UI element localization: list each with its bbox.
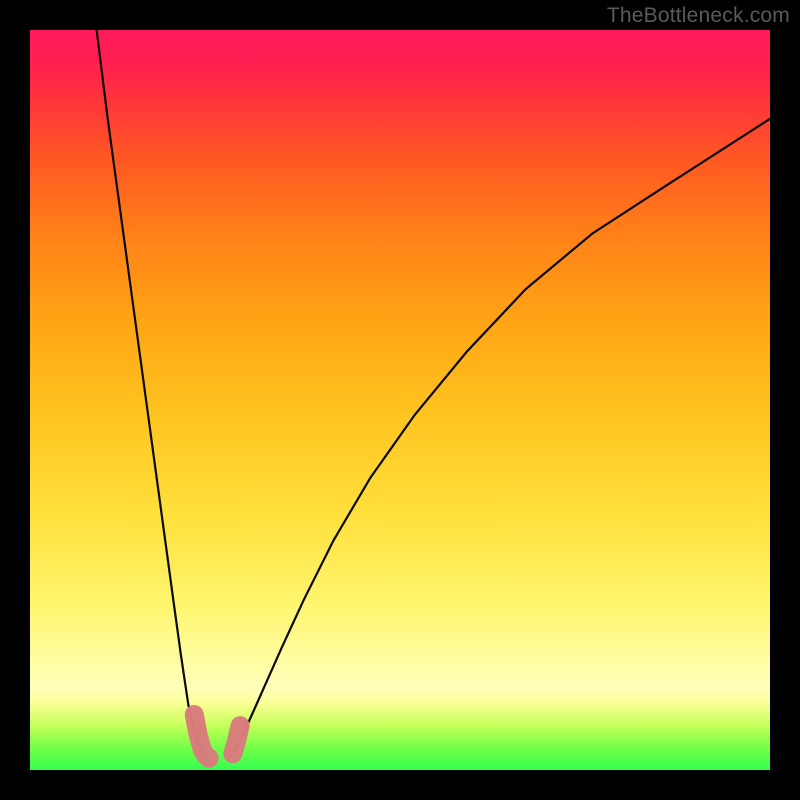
- curve-right: [230, 119, 770, 758]
- watermark-text: TheBottleneck.com: [607, 4, 790, 28]
- zoom-marker-right: [233, 726, 240, 754]
- curves-svg: [30, 30, 770, 770]
- plot-area: [30, 30, 770, 770]
- zoom-marker-left: [194, 715, 209, 759]
- curve-left: [97, 30, 208, 757]
